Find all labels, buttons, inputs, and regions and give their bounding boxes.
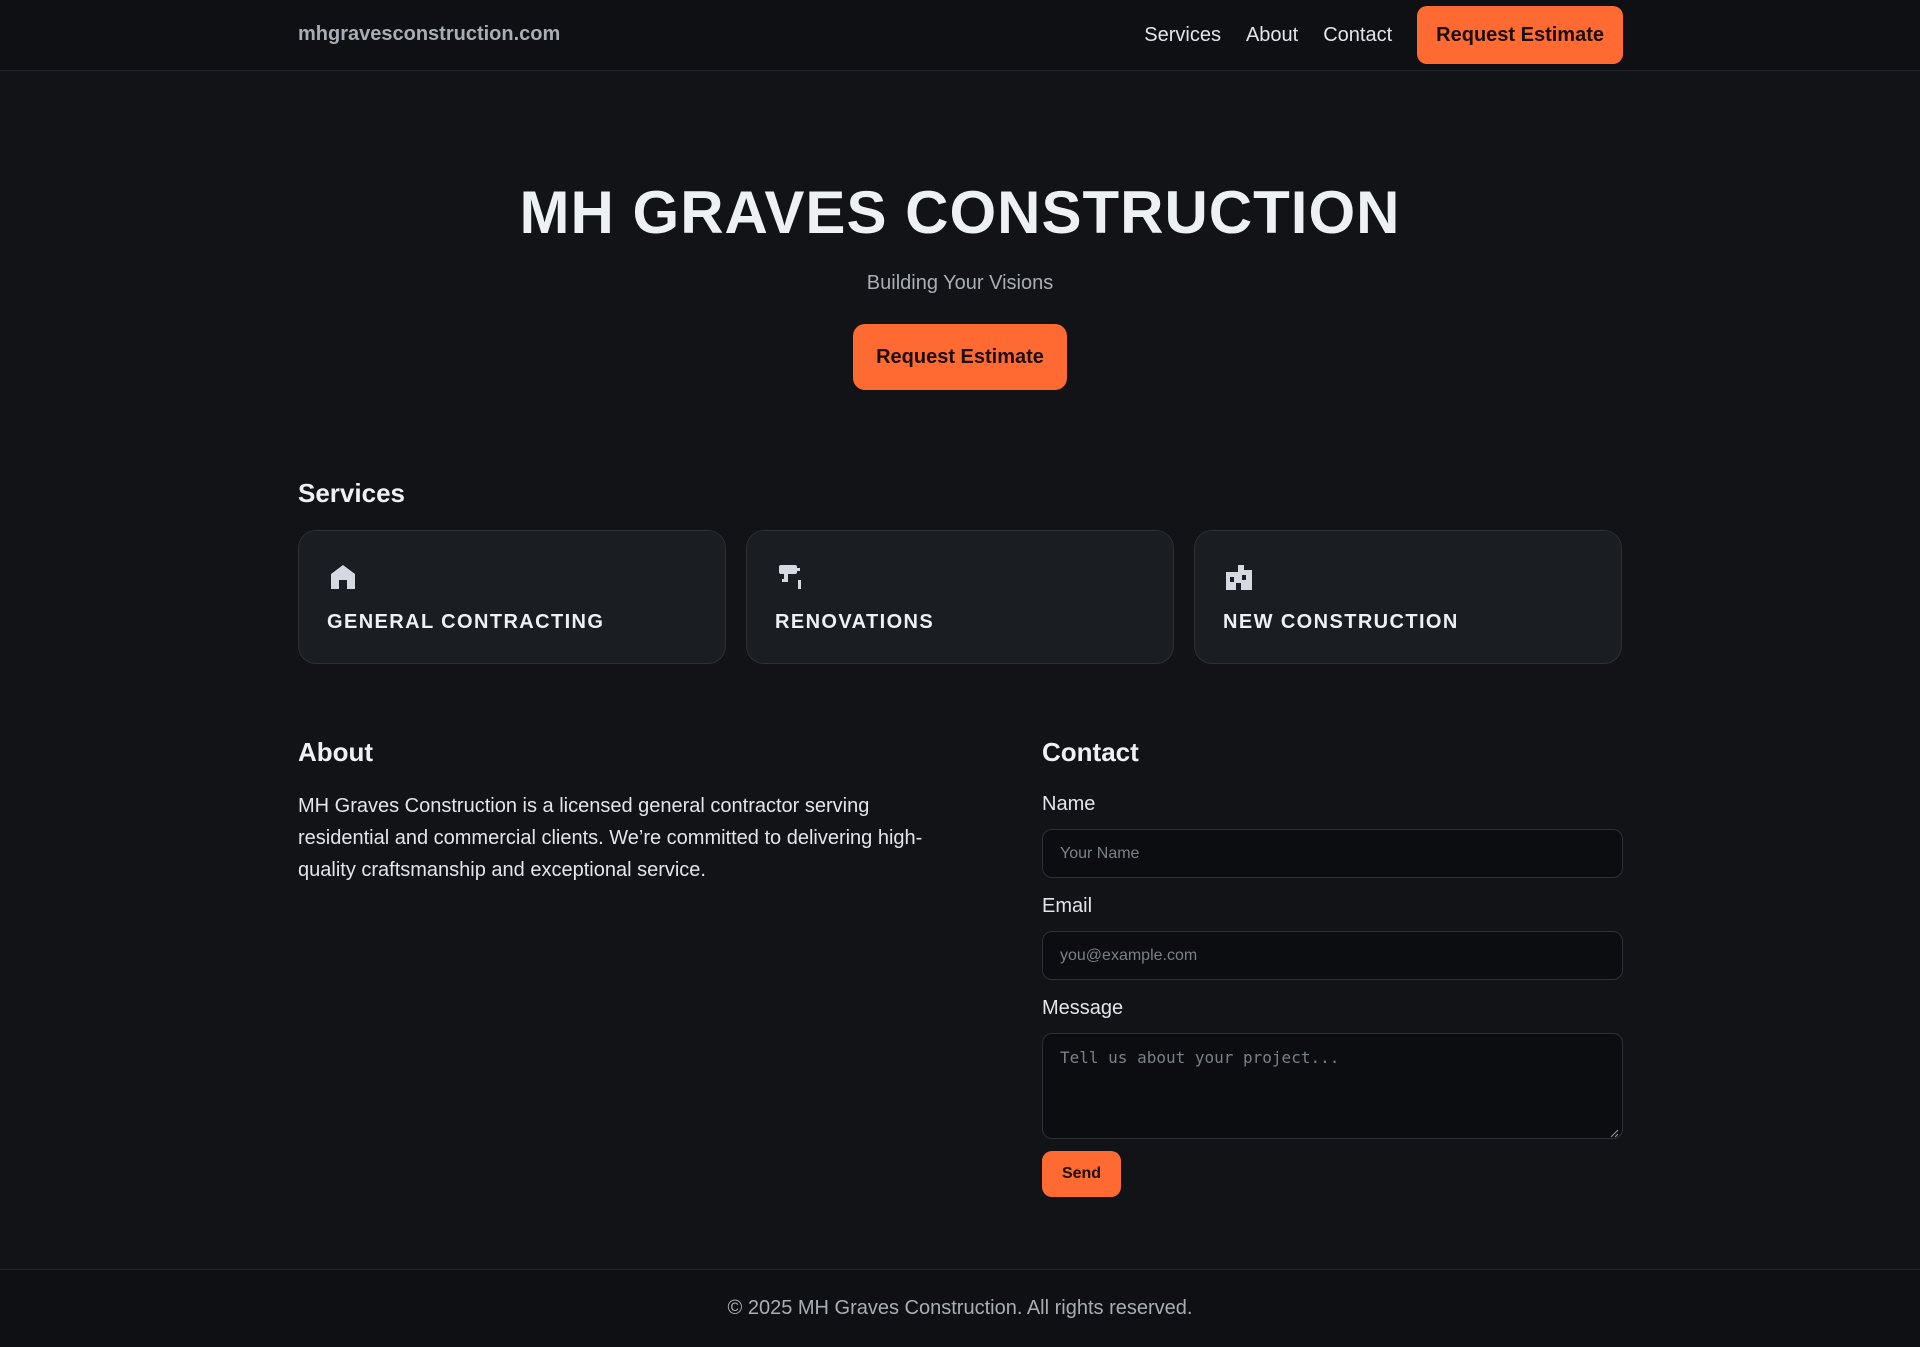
services-cards: GENERAL CONTRACTING RENOVATIONS NEW CONS… [298, 530, 1623, 664]
hero-subtitle: Building Your Visions [866, 272, 1054, 294]
service-label: NEW CONSTRUCTION [1223, 611, 1459, 633]
name-input[interactable] [1042, 829, 1623, 878]
about-heading: About [298, 737, 374, 767]
paint-roller-icon [776, 562, 806, 592]
email-input[interactable] [1042, 931, 1623, 980]
house-icon [328, 562, 358, 592]
message-textarea[interactable] [1042, 1033, 1623, 1139]
service-card-renovations: RENOVATIONS [746, 530, 1174, 664]
message-label: Message [1042, 997, 1124, 1019]
hero-section: MH GRAVES CONSTRUCTION Building Your Vis… [0, 71, 1920, 461]
service-label: GENERAL CONTRACTING [327, 611, 605, 633]
service-card-new-construction: NEW CONSTRUCTION [1194, 530, 1622, 664]
footer: © 2025 MH Graves Construction. All right… [0, 1269, 1920, 1347]
service-label: RENOVATIONS [775, 611, 935, 633]
top-nav-bar: mhgravesconstruction.com Services About … [0, 0, 1920, 71]
email-label: Email [1042, 895, 1093, 917]
hero-title: MH GRAVES CONSTRUCTION [519, 179, 1401, 246]
services-heading: Services [298, 478, 405, 508]
building-icon [1224, 562, 1254, 592]
nav-link-about[interactable]: About [1246, 24, 1298, 47]
send-button[interactable]: Send [1042, 1151, 1121, 1197]
site-name[interactable]: mhgravesconstruction.com [298, 23, 560, 46]
footer-copyright: © 2025 MH Graves Construction. All right… [727, 1297, 1193, 1319]
resize-grip-icon[interactable] [1609, 1125, 1619, 1138]
request-estimate-hero-button[interactable]: Request Estimate [853, 324, 1067, 390]
service-card-general-contracting: GENERAL CONTRACTING [298, 530, 726, 664]
nav-link-contact[interactable]: Contact [1323, 24, 1392, 47]
about-text: MH Graves Construction is a licensed gen… [298, 795, 923, 881]
nav-link-services[interactable]: Services [1144, 24, 1221, 47]
name-label: Name [1042, 793, 1096, 815]
request-estimate-nav-button[interactable]: Request Estimate [1417, 6, 1623, 64]
main-nav: Services About Contact Request Estimate [1144, 6, 1623, 64]
contact-heading: Contact [1042, 737, 1139, 767]
